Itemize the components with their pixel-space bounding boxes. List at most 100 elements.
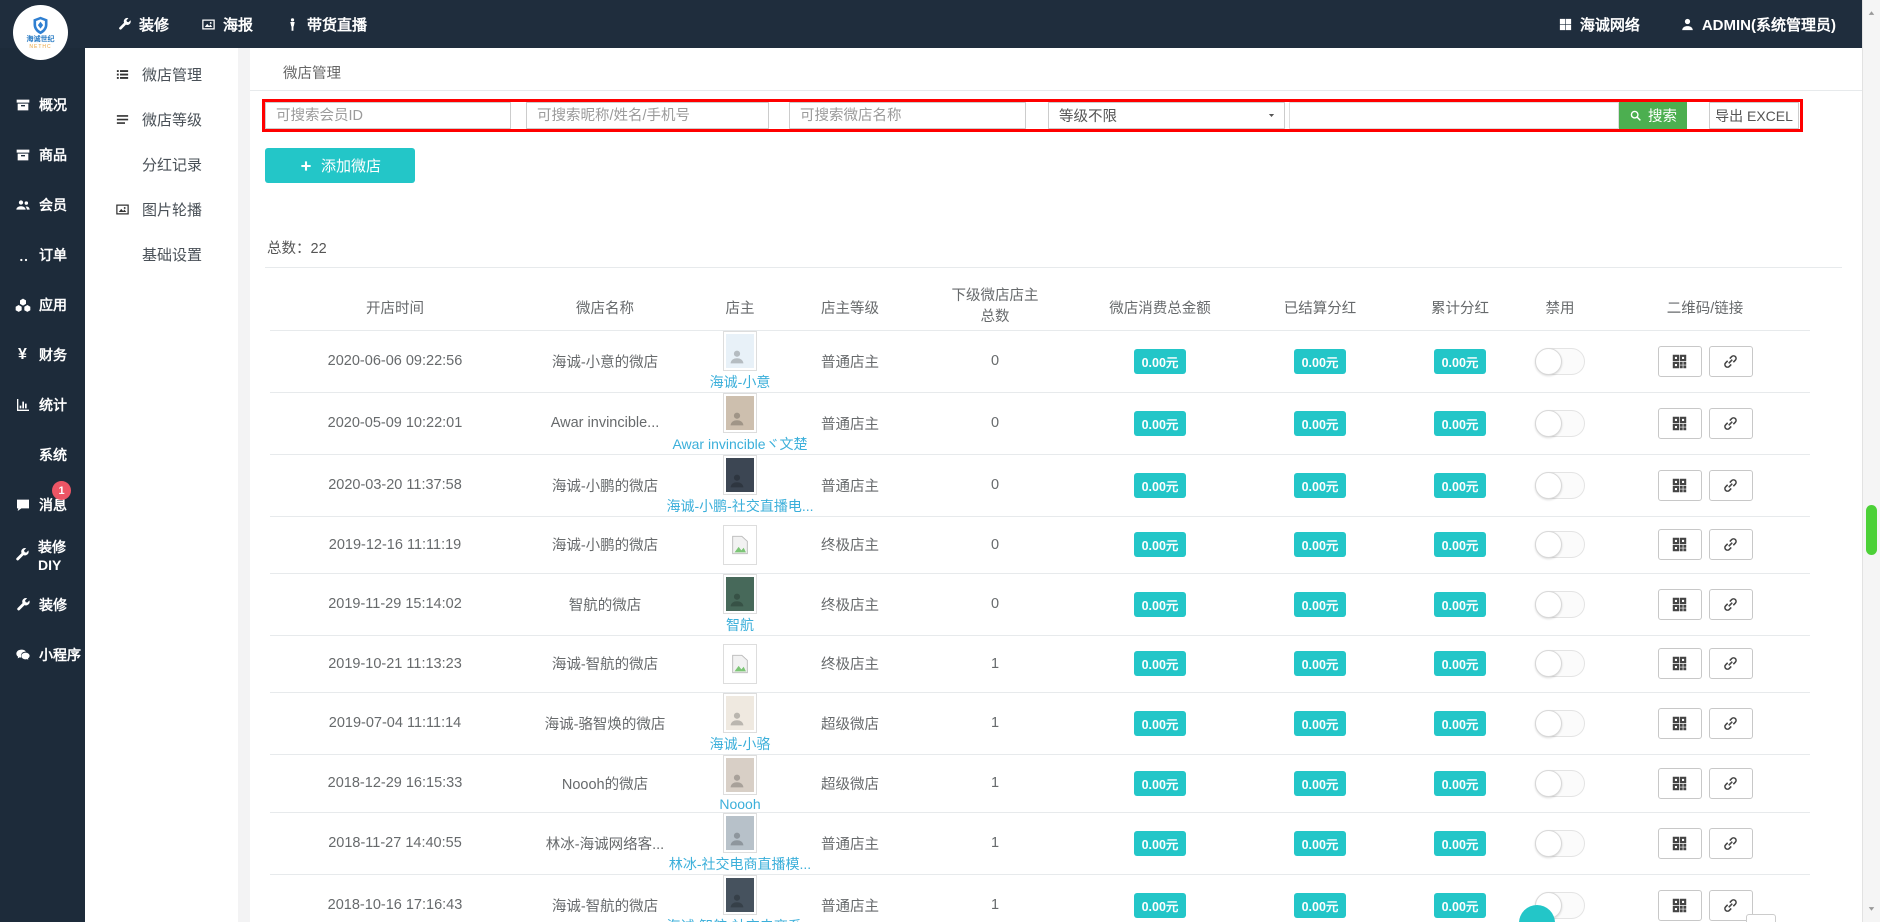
nickname-input[interactable] (526, 102, 769, 129)
total-dividend-badge: 0.00元 (1433, 472, 1487, 498)
sidebar-item-6[interactable]: 统计 (0, 380, 85, 430)
copy-link-button[interactable] (1708, 707, 1753, 739)
qr-code-button[interactable] (1657, 707, 1702, 739)
owner-avatar[interactable] (723, 812, 757, 853)
copy-link-button[interactable] (1708, 345, 1753, 377)
sidebar-item-9[interactable]: 装修DIY (0, 530, 85, 580)
owner-avatar[interactable] (723, 573, 757, 614)
disable-toggle[interactable] (1535, 709, 1585, 737)
qr-code-button[interactable] (1657, 648, 1702, 679)
store-name-cell: 海诚-小鹏的微店 (520, 454, 690, 517)
sidebar-item-5[interactable]: ¥ 财务 (0, 330, 85, 380)
topbar-right-item[interactable]: 海诚网络 (1558, 14, 1640, 35)
owner-link[interactable]: Noooh (719, 796, 760, 812)
consume-total-badge: 0.00元 (1133, 472, 1187, 498)
qr-code-button[interactable] (1657, 767, 1702, 799)
owner-avatar[interactable] (723, 330, 757, 371)
consume-total-badge: 0.00元 (1133, 892, 1187, 918)
sidebar-item-4[interactable]: 应用 (0, 280, 85, 330)
topbar-menu-item[interactable]: 海报 (201, 14, 253, 35)
copy-link-button[interactable] (1708, 648, 1753, 679)
topbar-menu-item[interactable]: 带货直播 (285, 14, 367, 35)
disable-toggle[interactable] (1535, 769, 1585, 797)
qr-code-button[interactable] (1657, 889, 1702, 921)
owner-link[interactable]: 智航 (726, 615, 754, 635)
disable-toggle[interactable] (1535, 347, 1585, 375)
topbar-menu-item[interactable]: 装修 (117, 14, 169, 35)
owner-avatar[interactable] (723, 692, 757, 733)
user-icon (1680, 17, 1695, 32)
owner-level-cell: 普通店主 (790, 392, 910, 455)
owner-link[interactable]: 海诚-小骆 (710, 734, 771, 754)
qr-code-button[interactable] (1657, 345, 1702, 377)
disable-toggle[interactable] (1535, 650, 1585, 677)
copy-link-button[interactable] (1708, 469, 1753, 501)
level-select[interactable]: 等级不限 (1048, 102, 1285, 129)
total-dividend-badge: 0.00元 (1433, 348, 1487, 374)
copy-link-button[interactable] (1708, 588, 1753, 620)
link-icon (1722, 897, 1739, 914)
owner-avatar-broken (723, 643, 757, 684)
sidebar-item-0[interactable]: 概况 (0, 80, 85, 130)
table-row: 2019-10-21 11:13:23 海诚-智航的微店 终极店主 1 0.00… (270, 635, 1810, 693)
export-excel-button[interactable]: 导出 EXCEL (1709, 102, 1799, 129)
submenu-item-1[interactable]: 微店等级 (85, 97, 238, 142)
qr-code-button[interactable] (1657, 469, 1702, 501)
owner-link[interactable]: 海诚-小意 (710, 372, 771, 392)
scrollbar-thumb[interactable] (1866, 505, 1877, 555)
submenu-item-2[interactable]: 分红记录 (85, 142, 238, 187)
submenu-item-4[interactable]: 基础设置 (85, 232, 238, 277)
disable-toggle[interactable] (1535, 409, 1585, 437)
cart-icon (14, 247, 31, 263)
scroll-up-arrow-icon[interactable] (1866, 8, 1877, 19)
qr-code-button[interactable] (1657, 588, 1702, 620)
settled-dividend-badge: 0.00元 (1293, 472, 1347, 498)
owner-link[interactable]: 海诚-小鹏-社交直播电... (667, 496, 814, 516)
owner-level-cell: 终极店主 (790, 516, 910, 574)
vertical-scrollbar[interactable] (1862, 0, 1880, 922)
table-row: 2020-06-06 09:22:56 海诚-小意的微店 海诚-小意 普通店主 … (270, 330, 1810, 393)
sidebar-item-11[interactable]: 小程序 (0, 630, 85, 680)
qr-code-button[interactable] (1657, 407, 1702, 439)
disable-toggle[interactable] (1535, 590, 1585, 618)
grid-icon (1558, 17, 1573, 32)
owner-link[interactable]: 林冰-社交电商直播模... (669, 854, 811, 874)
total-dividend-badge: 0.00元 (1433, 892, 1487, 918)
total-dividend-cell: 0.00元 (1400, 754, 1520, 813)
disable-toggle[interactable] (1535, 829, 1585, 857)
owner-link[interactable]: 海诚-智航-社交电商系... (667, 916, 814, 922)
owner-link[interactable]: Awar invincibleヾ文楚 (672, 434, 807, 454)
add-store-button[interactable]: 添加微店 (265, 148, 415, 183)
sidebar-item-8[interactable]: 消息 1 (0, 480, 85, 530)
owner-avatar[interactable] (723, 454, 757, 495)
copy-link-button[interactable] (1708, 767, 1753, 799)
owner-avatar[interactable] (723, 754, 757, 795)
sidebar-item-2[interactable]: 会员 (0, 180, 85, 230)
owner-avatar[interactable] (723, 392, 757, 433)
sidebar-item-3[interactable]: 订单 (0, 230, 85, 280)
scroll-down-arrow-icon[interactable] (1866, 903, 1877, 914)
submenu-item-3[interactable]: 图片轮播 (85, 187, 238, 232)
extra-filter-input[interactable] (1289, 102, 1619, 129)
owner-avatar[interactable] (723, 874, 757, 915)
copy-link-button[interactable] (1708, 827, 1753, 859)
disable-toggle[interactable] (1535, 531, 1585, 558)
topbar-right-menu: 海诚网络 ADMIN(系统管理员) (1558, 0, 1836, 48)
qr-code-button[interactable] (1657, 827, 1702, 859)
sidebar-item-10[interactable]: 装修 (0, 580, 85, 630)
qr-link-cell (1600, 330, 1810, 393)
clock-icon (115, 157, 131, 172)
store-name-input[interactable] (789, 102, 1026, 129)
topbar-right-item[interactable]: ADMIN(系统管理员) (1680, 14, 1836, 35)
sidebar-item-7[interactable]: 系统 (0, 430, 85, 480)
sidebar-item-1[interactable]: 商品 (0, 130, 85, 180)
copy-link-button[interactable] (1708, 529, 1753, 560)
disable-toggle[interactable] (1535, 471, 1585, 499)
member-id-input[interactable] (265, 102, 511, 129)
copy-link-button[interactable] (1708, 407, 1753, 439)
disable-cell (1520, 573, 1600, 636)
submenu-item-0[interactable]: 微店管理 (85, 52, 238, 97)
search-button[interactable]: 搜索 (1619, 102, 1687, 129)
qr-code-button[interactable] (1657, 529, 1702, 560)
pagination-jump-box[interactable] (1746, 914, 1776, 922)
